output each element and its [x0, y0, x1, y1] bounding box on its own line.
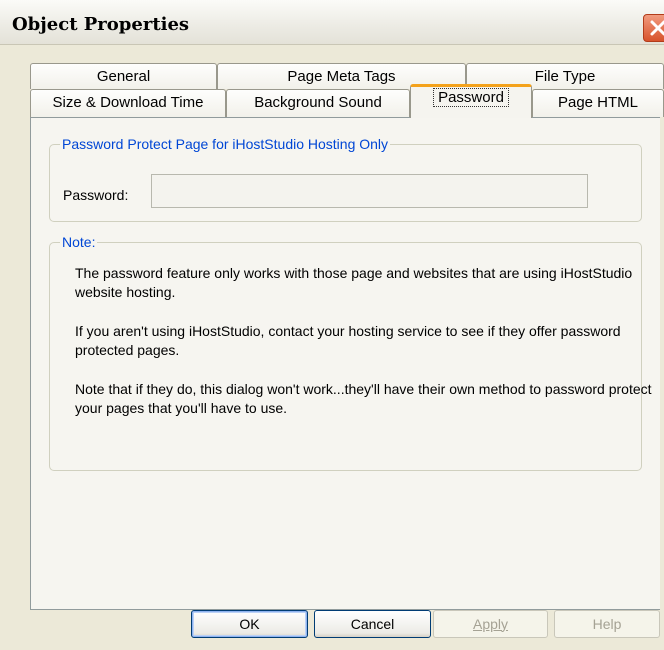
note-paragraph-3: Note that if they do, this dialog won't …	[75, 381, 652, 416]
note-paragraph-2: If you aren't using iHostStudio, contact…	[75, 323, 621, 358]
note-group: Note: The password feature only works wi…	[49, 234, 652, 471]
tab-file-type-label: File Type	[534, 68, 596, 85]
password-input[interactable]	[151, 174, 588, 208]
tab-size-download-time-label: Size & Download Time	[52, 94, 204, 111]
password-group-legend: Password Protect Page for iHostStudio Ho…	[62, 136, 389, 152]
tab-background-sound[interactable]: Background Sound	[226, 89, 410, 117]
close-icon	[650, 20, 664, 36]
close-button[interactable]	[643, 14, 664, 42]
tab-password[interactable]: Password	[410, 84, 532, 118]
tab-size-download-time[interactable]: Size & Download Time	[30, 89, 226, 117]
tab-password-label: Password	[433, 88, 509, 107]
password-tab-panel: Password Protect Page for iHostStudio Ho…	[30, 117, 660, 610]
tab-page-meta-tags-label: Page Meta Tags	[287, 68, 396, 85]
tab-general[interactable]: General	[30, 63, 217, 89]
password-label: Password:	[63, 187, 129, 203]
tab-general-label: General	[96, 68, 151, 85]
help-button[interactable]: Help	[554, 610, 660, 638]
password-group: Password Protect Page for iHostStudio Ho…	[49, 136, 642, 222]
tab-page-html-label: Page HTML	[557, 94, 639, 111]
title-bar[interactable]: Object Properties	[0, 0, 664, 45]
apply-button-label: Apply	[472, 615, 509, 632]
ok-button[interactable]: OK	[191, 610, 308, 638]
cancel-button[interactable]: Cancel	[314, 610, 431, 638]
window-title: Object Properties	[12, 14, 190, 35]
note-paragraph-1: The password feature only works with tho…	[75, 265, 633, 300]
apply-button[interactable]: Apply	[433, 610, 548, 638]
tab-background-sound-label: Background Sound	[254, 94, 382, 111]
note-group-legend: Note:	[62, 234, 96, 250]
tab-page-html[interactable]: Page HTML	[532, 89, 664, 117]
